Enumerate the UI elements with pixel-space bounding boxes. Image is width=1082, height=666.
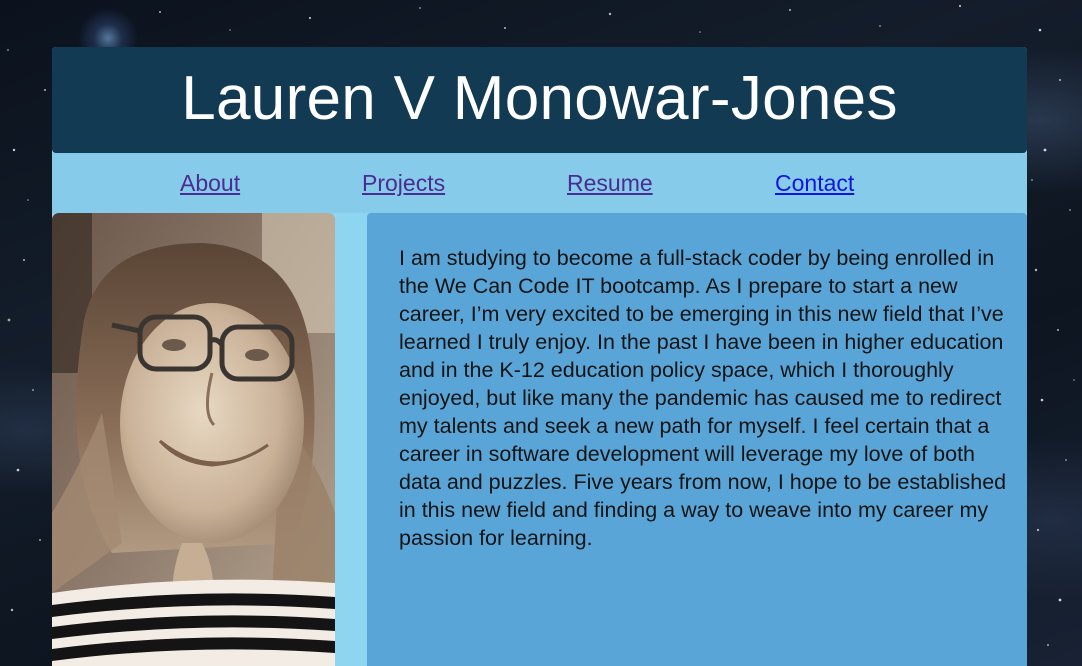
profile-photo <box>52 213 335 666</box>
nav-link-projects[interactable]: Projects <box>362 170 445 196</box>
site-header: Lauren V Monowar-Jones <box>52 47 1027 153</box>
nav-link-resume[interactable]: Resume <box>567 170 653 196</box>
nav-link-about[interactable]: About <box>180 170 240 196</box>
main-nav: About Projects Resume Contact <box>52 153 1027 213</box>
nav-link-contact[interactable]: Contact <box>775 170 854 196</box>
bio-section: I am studying to become a full-stack cod… <box>367 213 1027 666</box>
site-title: Lauren V Monowar-Jones <box>181 64 898 133</box>
page-container: Lauren V Monowar-Jones About Projects Re… <box>52 47 1027 666</box>
bio-paragraph: I am studying to become a full-stack cod… <box>399 246 1007 550</box>
profile-photo-image <box>52 213 335 666</box>
